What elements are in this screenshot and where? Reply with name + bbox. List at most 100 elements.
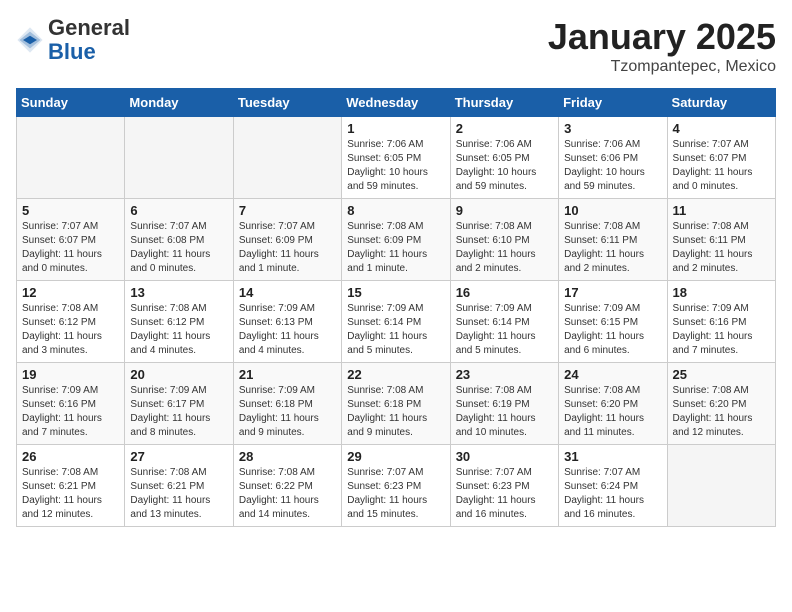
calendar-cell: 9 Sunrise: 7:08 AM Sunset: 6:10 PM Daylig… [450,199,558,281]
day-number: 4 [673,121,770,136]
calendar-cell: 27Sunrise: 7:08 AM Sunset: 6:21 PM Dayli… [125,445,233,527]
day-number: 27 [130,449,227,464]
calendar-cell: 3Sunrise: 7:06 AM Sunset: 6:06 PM Daylig… [559,117,667,199]
calendar-week-1: 1 Sunrise: 7:06 AM Sunset: 6:05 PM Daylig… [17,117,776,199]
weekday-header-sunday: Sunday [17,89,125,117]
cell-info: Sunrise: 7:08 AM Sunset: 6:09 PM Dayligh… [347,220,444,276]
day-number: 16 [456,285,553,300]
calendar-cell: 12 Sunrise: 7:08 AM Sunset: 6:12 PM Dayli… [17,281,125,363]
calendar-cell: 24Sunrise: 7:08 AM Sunset: 6:20 PM Dayli… [559,363,667,445]
day-number: 6 [130,203,227,218]
cell-info: Sunrise: 7:08 AM Sunset: 6:19 PM Dayligh… [456,384,553,440]
calendar-week-4: 19Sunrise: 7:09 AM Sunset: 6:16 PM Dayli… [17,363,776,445]
calendar-cell: 8 Sunrise: 7:08 AM Sunset: 6:09 PM Daylig… [342,199,450,281]
day-number: 8 [347,203,444,218]
day-number: 23 [456,367,553,382]
month-title: January 2025 [548,16,776,58]
calendar-cell: 4 Sunrise: 7:07 AM Sunset: 6:07 PM Daylig… [667,117,775,199]
calendar-cell: 29 Sunrise: 7:07 AM Sunset: 6:23 PM Dayli… [342,445,450,527]
day-number: 21 [239,367,336,382]
calendar-week-5: 26 Sunrise: 7:08 AM Sunset: 6:21 PM Dayli… [17,445,776,527]
day-number: 7 [239,203,336,218]
day-number: 5 [22,203,119,218]
cell-info: Sunrise: 7:07 AM Sunset: 6:08 PM Dayligh… [130,220,227,276]
cell-info: Sunrise: 7:09 AM Sunset: 6:16 PM Dayligh… [673,302,770,358]
weekday-header-tuesday: Tuesday [233,89,341,117]
day-number: 13 [130,285,227,300]
day-number: 17 [564,285,661,300]
cell-info: Sunrise: 7:07 AM Sunset: 6:07 PM Dayligh… [673,138,770,194]
weekday-header-row: SundayMondayTuesdayWednesdayThursdayFrid… [17,89,776,117]
day-number: 22 [347,367,444,382]
cell-info: Sunrise: 7:08 AM Sunset: 6:12 PM Dayligh… [22,302,119,358]
day-number: 11 [673,203,770,218]
day-number: 15 [347,285,444,300]
cell-info: Sunrise: 7:06 AM Sunset: 6:05 PM Dayligh… [347,138,444,194]
day-number: 20 [130,367,227,382]
weekday-header-monday: Monday [125,89,233,117]
cell-info: Sunrise: 7:07 AM Sunset: 6:09 PM Dayligh… [239,220,336,276]
calendar-cell: 30 Sunrise: 7:07 AM Sunset: 6:23 PM Dayli… [450,445,558,527]
calendar-cell: 19Sunrise: 7:09 AM Sunset: 6:16 PM Dayli… [17,363,125,445]
calendar-cell: 14Sunrise: 7:09 AM Sunset: 6:13 PM Dayli… [233,281,341,363]
calendar-cell: 26 Sunrise: 7:08 AM Sunset: 6:21 PM Dayli… [17,445,125,527]
calendar-cell: 7 Sunrise: 7:07 AM Sunset: 6:09 PM Daylig… [233,199,341,281]
cell-info: Sunrise: 7:08 AM Sunset: 6:20 PM Dayligh… [673,384,770,440]
calendar-cell: 16 Sunrise: 7:09 AM Sunset: 6:14 PM Dayli… [450,281,558,363]
day-number: 12 [22,285,119,300]
day-number: 26 [22,449,119,464]
logo-general-text: General [48,15,130,40]
page-header: General Blue January 2025 Tzompantepec, … [16,16,776,76]
day-number: 3 [564,121,661,136]
calendar-cell: 15Sunrise: 7:09 AM Sunset: 6:14 PM Dayli… [342,281,450,363]
day-number: 9 [456,203,553,218]
calendar-cell: 20 Sunrise: 7:09 AM Sunset: 6:17 PM Dayli… [125,363,233,445]
day-number: 10 [564,203,661,218]
logo-icon [16,26,44,54]
calendar-cell: 2 Sunrise: 7:06 AM Sunset: 6:05 PM Daylig… [450,117,558,199]
calendar-cell: 18 Sunrise: 7:09 AM Sunset: 6:16 PM Dayli… [667,281,775,363]
day-number: 19 [22,367,119,382]
day-number: 25 [673,367,770,382]
weekday-header-friday: Friday [559,89,667,117]
cell-info: Sunrise: 7:09 AM Sunset: 6:13 PM Dayligh… [239,302,336,358]
day-number: 18 [673,285,770,300]
cell-info: Sunrise: 7:09 AM Sunset: 6:18 PM Dayligh… [239,384,336,440]
day-number: 29 [347,449,444,464]
calendar-cell: 28 Sunrise: 7:08 AM Sunset: 6:22 PM Dayli… [233,445,341,527]
day-number: 1 [347,121,444,136]
logo-blue-text: Blue [48,39,96,64]
day-number: 31 [564,449,661,464]
weekday-header-wednesday: Wednesday [342,89,450,117]
calendar-table: SundayMondayTuesdayWednesdayThursdayFrid… [16,88,776,527]
calendar-cell [17,117,125,199]
day-number: 2 [456,121,553,136]
day-number: 28 [239,449,336,464]
cell-info: Sunrise: 7:08 AM Sunset: 6:10 PM Dayligh… [456,220,553,276]
calendar-week-3: 12 Sunrise: 7:08 AM Sunset: 6:12 PM Dayli… [17,281,776,363]
cell-info: Sunrise: 7:09 AM Sunset: 6:17 PM Dayligh… [130,384,227,440]
day-number: 30 [456,449,553,464]
cell-info: Sunrise: 7:08 AM Sunset: 6:22 PM Dayligh… [239,466,336,522]
cell-info: Sunrise: 7:07 AM Sunset: 6:23 PM Dayligh… [456,466,553,522]
cell-info: Sunrise: 7:09 AM Sunset: 6:15 PM Dayligh… [564,302,661,358]
day-number: 24 [564,367,661,382]
calendar-cell: 11Sunrise: 7:08 AM Sunset: 6:11 PM Dayli… [667,199,775,281]
cell-info: Sunrise: 7:06 AM Sunset: 6:05 PM Dayligh… [456,138,553,194]
calendar-cell [667,445,775,527]
calendar-cell: 10Sunrise: 7:08 AM Sunset: 6:11 PM Dayli… [559,199,667,281]
cell-info: Sunrise: 7:09 AM Sunset: 6:14 PM Dayligh… [456,302,553,358]
calendar-week-2: 5Sunrise: 7:07 AM Sunset: 6:07 PM Daylig… [17,199,776,281]
calendar-cell [125,117,233,199]
title-block: January 2025 Tzompantepec, Mexico [548,16,776,76]
calendar-cell: 21 Sunrise: 7:09 AM Sunset: 6:18 PM Dayli… [233,363,341,445]
calendar-cell: 22Sunrise: 7:08 AM Sunset: 6:18 PM Dayli… [342,363,450,445]
calendar-cell [233,117,341,199]
calendar-cell: 23 Sunrise: 7:08 AM Sunset: 6:19 PM Dayli… [450,363,558,445]
calendar-cell: 1 Sunrise: 7:06 AM Sunset: 6:05 PM Daylig… [342,117,450,199]
cell-info: Sunrise: 7:08 AM Sunset: 6:21 PM Dayligh… [22,466,119,522]
cell-info: Sunrise: 7:08 AM Sunset: 6:12 PM Dayligh… [130,302,227,358]
cell-info: Sunrise: 7:07 AM Sunset: 6:24 PM Dayligh… [564,466,661,522]
weekday-header-saturday: Saturday [667,89,775,117]
cell-info: Sunrise: 7:07 AM Sunset: 6:23 PM Dayligh… [347,466,444,522]
